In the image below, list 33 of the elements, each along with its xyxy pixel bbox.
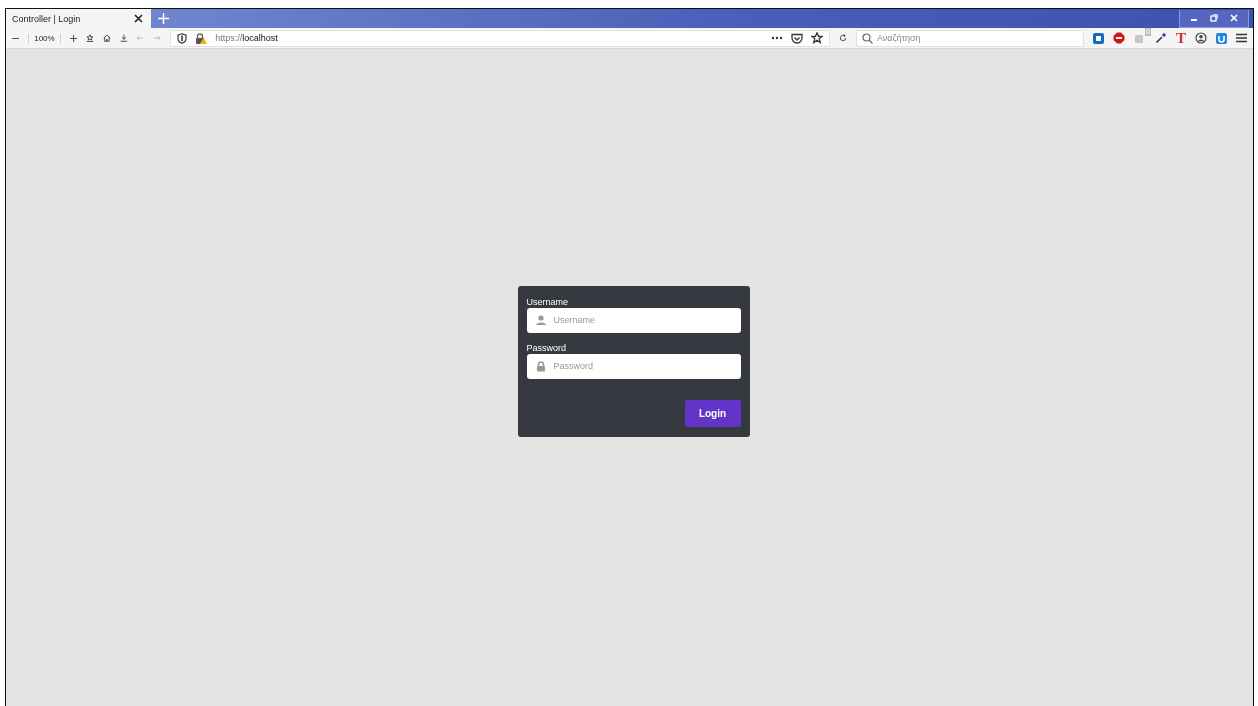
zoom-in-icon[interactable] [69,32,77,44]
text-field[interactable]: Username [526,307,741,333]
extension-button[interactable]: T [1176,30,1187,46]
login-button[interactable]: Login [684,399,741,427]
eyedropper-icon[interactable] [1155,32,1168,44]
close-icon[interactable] [134,14,143,23]
star-icon[interactable] [811,32,824,44]
browser-tab[interactable]: Controller | Login [6,9,151,28]
zoom-level[interactable]: 100% [28,33,61,43]
padlock-warning-icon [195,32,208,44]
lock-icon [535,360,546,372]
search-field[interactable]: Αναζήτηση [877,33,1068,43]
field-label: Password [526,341,567,354]
square-icon[interactable] [1093,32,1105,44]
tab-title: Controller | Login [12,13,81,24]
pocket-icon[interactable] [791,32,804,44]
shield-icon [177,32,188,44]
reload-icon[interactable] [839,32,848,44]
account-icon[interactable] [1195,32,1208,44]
search-bar[interactable]: Αναζήτηση [856,29,1085,47]
address-bar[interactable]: https://localhost [170,29,831,47]
home-icon[interactable] [102,32,111,44]
restore-icon[interactable] [1210,14,1218,22]
search-icon [862,32,874,44]
user-icon [535,314,546,326]
stop-sign-icon[interactable] [1113,32,1126,44]
text-field[interactable]: Password [526,353,741,379]
url-text: https://localhost [215,33,278,43]
more-icon[interactable] [771,36,784,40]
menu-icon[interactable] [1236,33,1248,43]
field-label: Username [526,295,569,308]
plus-icon[interactable] [158,13,169,24]
download-icon[interactable] [119,32,128,44]
